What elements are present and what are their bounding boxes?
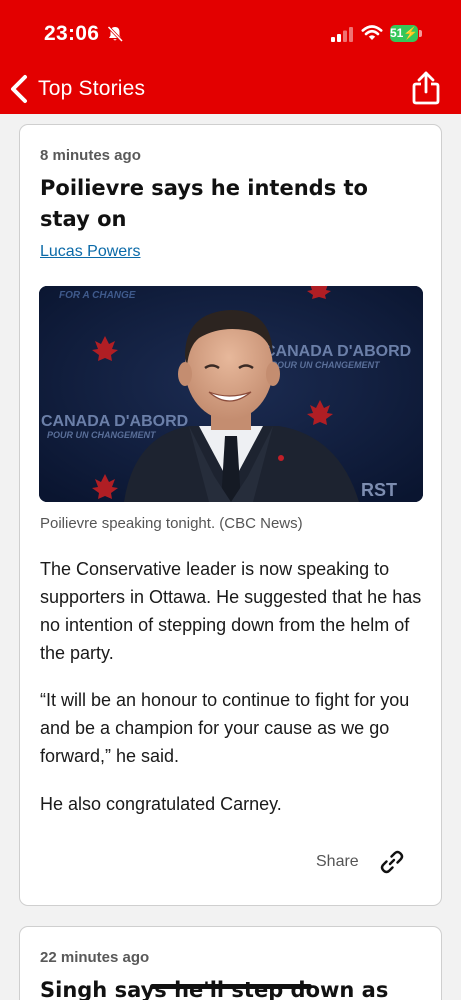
live-post-card: 8 minutes ago Poilievre says he intends …	[19, 124, 442, 906]
battery-tip	[419, 30, 422, 37]
link-icon	[380, 850, 403, 874]
share-button[interactable]: Share	[316, 847, 416, 877]
photo-illustration: FOR A CHANGE CANADA D'ABORD POUR UN CHAN…	[39, 286, 423, 502]
battery-text: 51	[390, 26, 404, 40]
wifi-icon	[361, 25, 383, 40]
status-time: 23:06	[44, 22, 100, 45]
chevron-left-icon	[11, 75, 27, 103]
status-bar: 23:06 51⚡	[0, 0, 461, 62]
back-label: Top Stories	[38, 77, 146, 100]
author-link[interactable]: Lucas Powers	[40, 243, 141, 261]
home-indicator[interactable]	[150, 984, 312, 989]
post-timestamp: 22 minutes ago	[40, 949, 150, 966]
post-paragraph: “It will be an honour to continue to fig…	[40, 690, 410, 766]
post-paragraph: He also congratulated Carney.	[40, 794, 282, 814]
battery-charging-icon: 51⚡	[390, 25, 422, 42]
backdrop-text: POUR UN CHANGEMENT	[47, 430, 157, 440]
share-label: Share	[316, 853, 359, 870]
backdrop-text: RST	[361, 480, 397, 500]
backdrop-text: CANADA D'ABORD	[264, 343, 411, 360]
back-button[interactable]: Top Stories	[8, 72, 178, 106]
nav-bar: Top Stories	[0, 62, 461, 114]
bell-slash-icon	[107, 25, 124, 43]
charging-bolt: ⚡	[403, 26, 419, 40]
backdrop-text: POUR UN CHANGEMENT	[271, 360, 381, 370]
post-photo: FOR A CHANGE CANADA D'ABORD POUR UN CHAN…	[39, 286, 423, 502]
post-paragraph: The Conservative leader is now speaking …	[40, 559, 422, 663]
backdrop-text: FOR A CHANGE	[59, 290, 136, 301]
share-icon[interactable]	[410, 70, 442, 106]
post-headline: Poilievre says he intends to stay on	[40, 176, 368, 231]
post-timestamp: 8 minutes ago	[40, 147, 141, 164]
cellular-signal-icon	[331, 27, 353, 42]
battery-level: 51⚡	[390, 25, 418, 42]
backdrop-text: CANADA D'ABORD	[41, 413, 188, 430]
photo-caption: Poilievre speaking tonight. (CBC News)	[40, 515, 303, 532]
